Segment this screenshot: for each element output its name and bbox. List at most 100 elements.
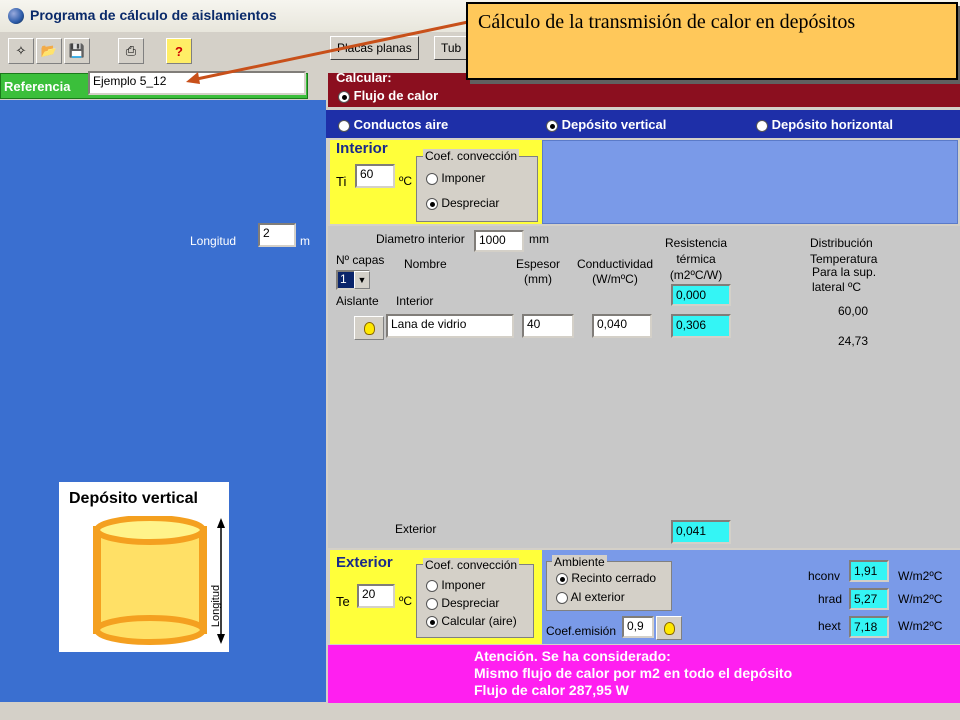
diametro-label: Diametro interior: [376, 232, 465, 246]
tipo-conductos[interactable]: Conductos aire: [338, 117, 448, 132]
tipo-deposito-vertical[interactable]: Depósito vertical: [546, 117, 666, 132]
exterior-calcular-radio[interactable]: [426, 615, 438, 628]
aislante-label: Aislante: [336, 294, 379, 308]
exterior-calcular-label: Calcular (aire): [441, 614, 517, 628]
atencion-line-3: Flujo de calor 287,95 W: [474, 682, 629, 698]
espesor-input[interactable]: 40: [522, 314, 574, 338]
material-input[interactable]: Lana de vidrio: [386, 314, 514, 338]
app-icon: [8, 8, 24, 24]
longitud-input[interactable]: 2: [258, 223, 296, 247]
longitud-label: Longitud: [190, 234, 237, 248]
longitud-unit: m: [300, 234, 310, 248]
te-input[interactable]: 20: [357, 584, 395, 608]
al-exterior-label: Al exterior: [570, 590, 625, 604]
exterior-despreciar-label: Despreciar: [441, 596, 500, 610]
atencion-line-2: Mismo flujo de calor por m2 en todo el d…: [474, 665, 793, 681]
diametro-unit: mm: [529, 232, 549, 246]
referencia-label: Referencia: [4, 79, 71, 94]
interior-imponer-radio[interactable]: [426, 172, 438, 185]
al-exterior-radio[interactable]: [556, 591, 568, 604]
col-temperatura: Temperatura: [810, 252, 878, 266]
deposito-diagram: Depósito vertical Longitud: [59, 482, 229, 652]
interior-despreciar-option[interactable]: Despreciar: [426, 196, 499, 210]
status-bar: [0, 703, 960, 720]
lightbulb-icon[interactable]: [354, 316, 384, 340]
interior-despreciar-radio[interactable]: [426, 197, 438, 210]
col-resistencia-2: térmica: [676, 252, 716, 266]
exterior-capa-label: Exterior: [395, 522, 437, 536]
te-unit: ºC: [399, 594, 413, 608]
hconv-unit: W/m2ºC: [898, 569, 943, 583]
conductos-radio[interactable]: [338, 119, 350, 132]
exterior-imponer-radio[interactable]: [426, 579, 438, 592]
hrad-value: 5,27: [849, 588, 889, 610]
cylinder-icon: [93, 516, 225, 645]
recinto-label: Recinto cerrado: [571, 571, 657, 585]
temp-value-1: 60,00: [838, 304, 869, 318]
open-folder-icon[interactable]: 📂: [36, 38, 62, 64]
exterior-title: Exterior: [336, 554, 393, 571]
col-resistencia-unit: (m2ºC/W): [669, 268, 723, 282]
deposito-vertical-label: Depósito vertical: [561, 117, 667, 132]
exterior-imponer-label: Imponer: [441, 578, 486, 592]
hconv-value: 1,91: [849, 560, 889, 582]
emision-label: Coef.emisión: [546, 624, 617, 638]
col-resistencia: Resistencia: [664, 236, 728, 250]
diametro-input[interactable]: 1000: [474, 230, 524, 252]
print-icon[interactable]: ⎙: [118, 38, 144, 64]
atencion-line-1: Atención. Se ha considerado:: [474, 648, 671, 664]
hext-label: hext: [818, 619, 841, 633]
chevron-down-icon[interactable]: ▼: [354, 271, 370, 289]
col-nombre: Nombre: [404, 257, 447, 271]
new-file-icon[interactable]: ✧: [8, 38, 34, 64]
ti-unit: ºC: [399, 174, 413, 188]
hrad-label: hrad: [818, 592, 843, 606]
save-icon[interactable]: 💾: [64, 38, 90, 64]
deposito-title: Depósito vertical: [69, 490, 198, 507]
ncapas-label: Nº capas: [336, 253, 385, 267]
hrad-unit: W/m2ºC: [898, 592, 943, 606]
interior-imponer-option[interactable]: Imponer: [426, 171, 485, 185]
deposito-horizontal-radio[interactable]: [756, 119, 768, 132]
callout-arrow: [186, 20, 469, 84]
interior-title: Interior: [336, 140, 388, 157]
flujo-calor-radio[interactable]: [338, 90, 350, 103]
col-espesor-unit: (mm): [524, 272, 552, 286]
recinto-radio[interactable]: [556, 572, 568, 585]
interior-coef-title: Coef. convección: [423, 149, 520, 163]
emision-input[interactable]: 0,9: [622, 616, 654, 638]
interior-label: Interior: [396, 294, 434, 308]
ambiente-title: Ambiente: [552, 555, 607, 569]
conductos-label: Conductos aire: [353, 117, 449, 132]
interior-despreciar-label: Despreciar: [441, 196, 500, 210]
col-espesor: Espesor: [515, 257, 561, 271]
exterior-imponer-option[interactable]: Imponer: [426, 578, 485, 592]
ti-label: Ti: [336, 174, 347, 189]
res-exterior-value: 0,041: [671, 520, 731, 544]
recinto-option[interactable]: Recinto cerrado: [556, 571, 656, 585]
exterior-coef-title: Coef. convección: [423, 558, 520, 572]
al-exterior-option[interactable]: Al exterior: [556, 590, 625, 604]
hext-unit: W/m2ºC: [898, 619, 943, 633]
res-interior-value: 0,000: [671, 284, 731, 306]
deposito-horizontal-label: Depósito horizontal: [771, 117, 893, 132]
exterior-calcular-option[interactable]: Calcular (aire): [426, 614, 517, 628]
exterior-despreciar-option[interactable]: Despreciar: [426, 596, 499, 610]
interior-coef-group: [416, 156, 538, 222]
te-label: Te: [336, 594, 350, 609]
col-lateral: lateral ºC: [812, 280, 862, 294]
hext-value: 7,18: [849, 616, 889, 638]
ti-input[interactable]: 60: [355, 164, 395, 188]
temp-value-2: 24,73: [838, 334, 869, 348]
tipo-deposito-horizontal[interactable]: Depósito horizontal: [756, 117, 893, 132]
conductividad-input[interactable]: 0,040: [592, 314, 652, 338]
emision-lightbulb-icon[interactable]: [656, 616, 682, 640]
col-conductividad-unit: (W/mºC): [592, 272, 638, 286]
exterior-despreciar-radio[interactable]: [426, 597, 438, 610]
deposito-vertical-radio[interactable]: [546, 119, 558, 132]
col-distribucion: Distribución: [810, 236, 873, 250]
tooltip-callout: Cálculo de la transmisión de calor en de…: [466, 2, 958, 80]
flujo-calor-option[interactable]: Flujo de calor: [338, 88, 438, 103]
hconv-label: hconv: [808, 569, 841, 583]
col-conductividad: Conductividad: [576, 257, 654, 271]
